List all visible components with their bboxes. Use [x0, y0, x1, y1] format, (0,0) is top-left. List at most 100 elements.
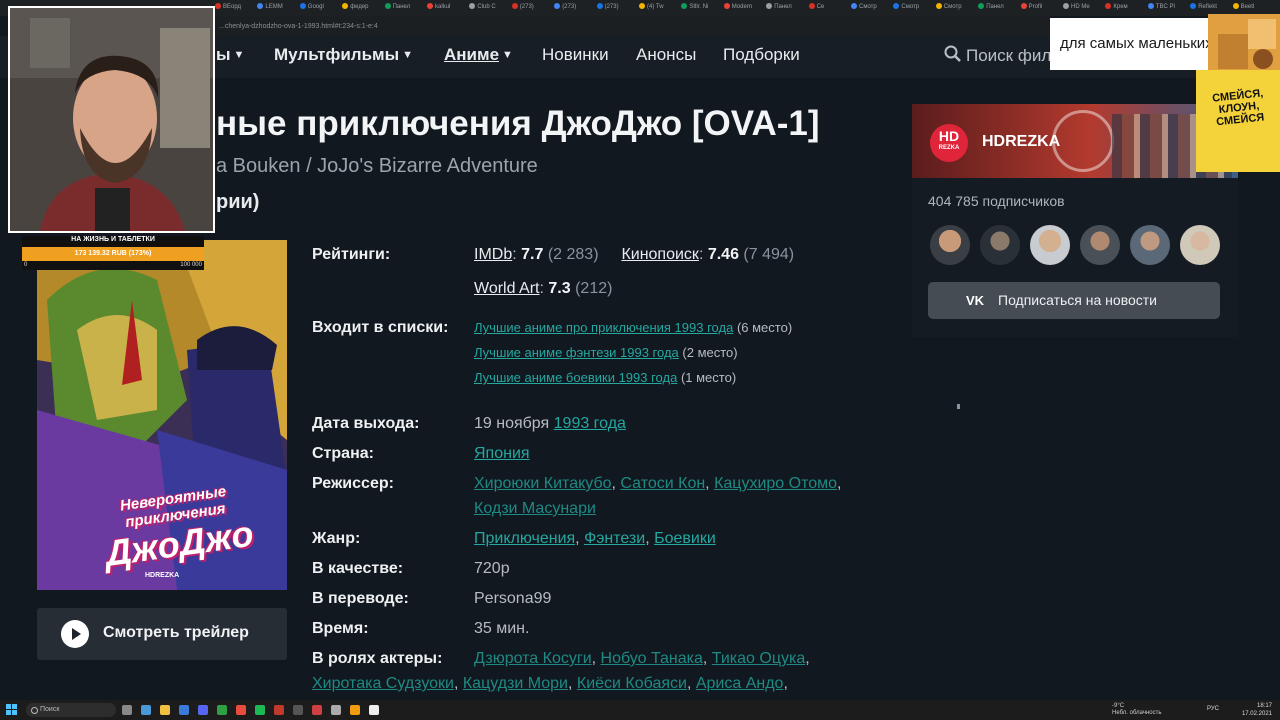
release-year-link[interactable]: 1993 года — [554, 415, 626, 432]
avatar[interactable] — [980, 225, 1020, 265]
nav-item-label: Мультфильмы — [274, 45, 400, 64]
taskbar-app-icon[interactable] — [369, 705, 379, 715]
donation-amount: 173 139.32 RUB (173%) — [74, 250, 152, 257]
taskbar-app-icon[interactable] — [236, 705, 246, 715]
browser-tab[interactable]: ВЕорд — [215, 3, 253, 13]
nav-item-series[interactable]: ы ▼ — [216, 45, 244, 65]
actor-link[interactable]: Тикао Оцука — [712, 650, 805, 667]
browser-tab[interactable]: Profil — [1020, 3, 1059, 13]
browser-tab[interactable]: Панел — [978, 3, 1016, 13]
browser-tab[interactable]: (273) — [596, 3, 635, 13]
nav-item-collections[interactable]: Подборки — [723, 45, 800, 65]
actor-link[interactable]: Нобуо Танака — [601, 650, 703, 667]
browser-tab[interactable]: Stllr. Ni — [681, 3, 719, 13]
actors-cont: Хиротака Судзуоки, Кацудзи Мори, Киёси К… — [312, 675, 788, 692]
widget-banner[interactable]: HD REZKA HDREZKA — [912, 104, 1238, 178]
browser-tab[interactable]: Reflekt — [1190, 3, 1228, 13]
system-clock[interactable]: 18:17 17.02.2021 — [1232, 702, 1272, 718]
taskbar-app-icon[interactable] — [160, 705, 170, 715]
taskbar-app-icon[interactable] — [255, 705, 265, 715]
browser-tab[interactable]: TBC Pl — [1147, 3, 1186, 13]
browser-tab[interactable]: Крем — [1105, 3, 1143, 13]
director-link[interactable]: Сатоси Кон — [620, 475, 705, 492]
browser-tab-label: (273) — [562, 4, 577, 10]
mouse-cursor — [957, 404, 960, 409]
director-link[interactable]: Кацухиро Отомо — [714, 475, 837, 492]
taskbar-app-icon[interactable] — [179, 705, 189, 715]
browser-tab[interactable]: федер — [342, 3, 380, 13]
taskbar-app-icon[interactable] — [198, 705, 208, 715]
actor-link[interactable]: Хиротака Судзуоки — [312, 675, 454, 692]
browser-tab[interactable]: (273) — [554, 3, 592, 13]
country-link[interactable]: Япония — [474, 445, 530, 462]
quality-label: В качестве: — [312, 560, 404, 577]
browser-tab[interactable]: Club C — [469, 3, 507, 13]
taskbar-app-icon[interactable] — [331, 705, 341, 715]
taskbar-app-icon[interactable] — [293, 705, 303, 715]
list-link[interactable]: Лучшие аниме фэнтези 1993 года — [474, 345, 679, 360]
subscribe-button[interactable]: VK Подписаться на новости — [928, 282, 1220, 319]
browser-tab[interactable]: Смотр — [935, 3, 974, 13]
browser-tab-label: федер — [350, 4, 369, 10]
taskbar-search[interactable]: Поиск — [26, 703, 116, 717]
search-input[interactable]: Поиск фил — [944, 45, 1051, 66]
language-indicator[interactable]: РУС — [1207, 706, 1219, 712]
nav-item-cartoons[interactable]: Мультфильмы ▼ — [274, 45, 413, 65]
taskbar-app-icon[interactable] — [274, 705, 284, 715]
browser-tab[interactable]: (273) — [511, 3, 550, 13]
trailer-button[interactable]: Смотреть трейлер — [37, 608, 287, 660]
browser-tab[interactable]: LEMM — [257, 3, 295, 13]
browser-tab[interactable]: Googl — [299, 3, 338, 13]
nav-item-announcements[interactable]: Анонсы — [636, 45, 696, 65]
nav-item-new[interactable]: Новинки — [542, 45, 609, 65]
weather-widget[interactable]: -9°C Небл. облачность — [1112, 703, 1161, 717]
actor-link[interactable]: Киёси Кобаяси — [577, 675, 687, 692]
taskbar-app-icon[interactable] — [312, 705, 322, 715]
release-date: 19 ноября 1993 года — [474, 415, 626, 433]
director-link[interactable]: Кодзи Масунари — [474, 500, 596, 517]
taskbar-app-icon[interactable] — [350, 705, 360, 715]
avatar[interactable] — [930, 225, 970, 265]
imdb-votes: (2 283) — [547, 246, 599, 263]
director-link[interactable]: Хироюки Китакубо — [474, 475, 612, 492]
windows-start-icon[interactable] — [6, 704, 18, 716]
translation-label: В переводе: — [312, 590, 409, 607]
country: Япония — [474, 445, 530, 463]
kinopoisk-link[interactable]: Кинопоиск — [621, 246, 699, 263]
taskbar-app-icon[interactable] — [122, 705, 132, 715]
browser-tab[interactable]: HD Ме — [1063, 3, 1101, 13]
genre-link[interactable]: Приключения — [474, 530, 575, 547]
browser-tab[interactable]: Се — [808, 3, 847, 13]
actor-link[interactable]: Кацудзи Мори — [463, 675, 568, 692]
taskbar-app-icon[interactable] — [141, 705, 151, 715]
browser-tab-label: (4) Tw — [647, 4, 664, 10]
avatar[interactable] — [1130, 225, 1170, 265]
actor-link[interactable]: Дзюрота Косуги — [474, 650, 592, 667]
address-bar[interactable]: ...chenlya-dzhodzho-ova-1-1993.html#t:23… — [215, 16, 1050, 36]
avatar[interactable] — [1180, 225, 1220, 265]
browser-tab[interactable]: Панел — [384, 3, 423, 13]
ratings-row-2: World Art: 7.3 (212) — [474, 280, 612, 298]
browser-tab[interactable]: Beetl — [1232, 3, 1271, 13]
genre-link[interactable]: Фэнтези — [584, 530, 645, 547]
avatar[interactable] — [1080, 225, 1120, 265]
list-link[interactable]: Лучшие аниме боевики 1993 года — [474, 370, 677, 385]
nav-item-anime[interactable]: Аниме ▼ — [444, 45, 513, 65]
taskbar-app-icon[interactable] — [217, 705, 227, 715]
actor-link[interactable]: Ариса Андо — [696, 675, 784, 692]
browser-tab[interactable]: Смотр — [893, 3, 931, 13]
browser-tab[interactable]: Modern — [723, 3, 762, 13]
weather-temp: -9°C — [1112, 703, 1125, 709]
browser-tab[interactable]: Панел — [766, 3, 804, 13]
list-link[interactable]: Лучшие аниме про приключения 1993 года — [474, 320, 733, 335]
poster-image[interactable]: Невероятные приключения ДжоДжо HDREZKA — [37, 240, 287, 590]
browser-tab[interactable]: Смотр — [851, 3, 889, 13]
genre-link[interactable]: Боевики — [654, 530, 716, 547]
browser-tab[interactable]: (4) Tw — [639, 3, 677, 13]
worldart-link[interactable]: World Art — [474, 280, 540, 297]
browser-tab[interactable]: kalkul — [427, 3, 465, 13]
browser-tab-label: Beetl — [1240, 4, 1255, 10]
imdb-link[interactable]: IMDb — [474, 246, 512, 263]
avatar[interactable] — [1030, 225, 1070, 265]
list-place: (2 место) — [682, 345, 738, 360]
